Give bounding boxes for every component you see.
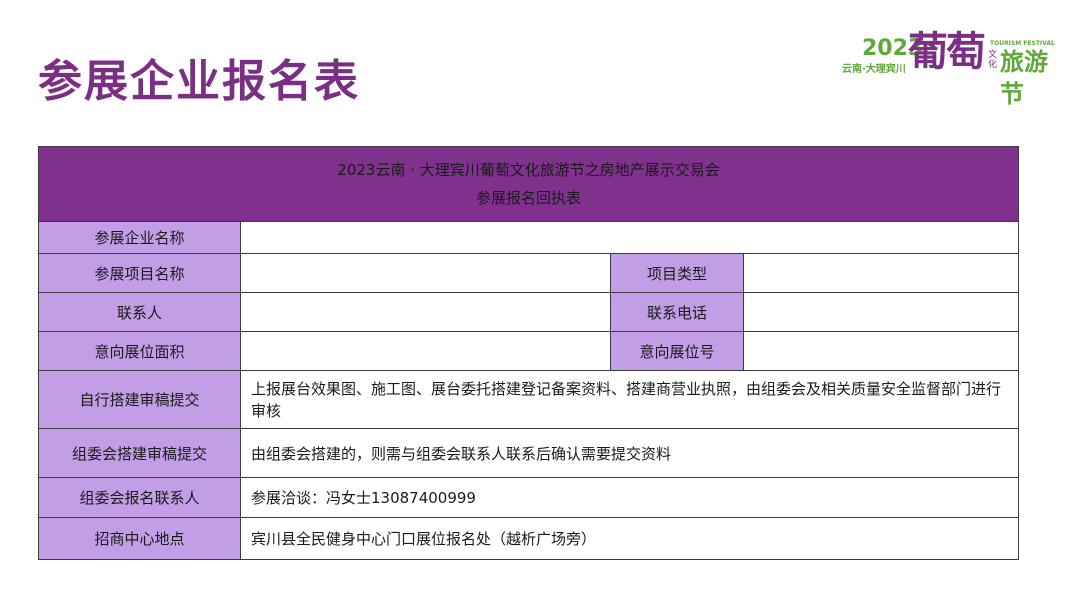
- label-self-build: 自行搭建审稿提交: [38, 370, 241, 429]
- label-contact: 联系人: [38, 292, 241, 332]
- form-header: 2023云南 · 大理宾川葡萄文化旅游节之房地产展示交易会 参展报名回执表: [37, 146, 1020, 222]
- label-committee-build: 组委会搭建审稿提交: [38, 428, 241, 478]
- table-row: 招商中心地点 宾川县全民健身中心门口展位报名处（越析广场旁）: [38, 517, 1020, 560]
- value-committee-build: 由组委会搭建的，则需与组委会联系人联系后确认需要提交资料: [239, 428, 1020, 478]
- label-company-name: 参展企业名称: [38, 221, 241, 254]
- label-contact-phone: 联系电话: [610, 292, 744, 332]
- label-project-type: 项目类型: [610, 253, 744, 293]
- form-header-line1: 2023云南 · 大理宾川葡萄文化旅游节之房地产展示交易会: [337, 161, 720, 179]
- form-header-line2: 参展报名回执表: [476, 189, 582, 207]
- value-self-build: 上报展台效果图、施工图、展台委托搭建登记备案资料、搭建商营业执照，由组委会及相关…: [239, 370, 1020, 429]
- label-project-name: 参展项目名称: [38, 253, 241, 293]
- logo-subtitle: 云南·大理宾川: [842, 64, 906, 75]
- input-booth-area[interactable]: [240, 331, 611, 371]
- logo-small-cn: 文化: [988, 50, 998, 70]
- input-contact[interactable]: [240, 292, 611, 332]
- page-title: 参展企业报名表: [38, 56, 360, 107]
- table-row: 联系人 联系电话: [38, 292, 1020, 332]
- table-row: 参展项目名称 项目类型: [38, 253, 1020, 293]
- table-row: 组委会报名联系人 参展洽谈：冯女士13087400999: [38, 477, 1020, 518]
- table-row: 组委会搭建审稿提交 由组委会搭建的，则需与组委会联系人联系后确认需要提交资料: [38, 428, 1020, 478]
- input-company-name[interactable]: [239, 221, 1020, 254]
- festival-logo: 2023 云南·大理宾川 葡 萄 TOURISM FESTIVAL 文化 旅游节: [842, 22, 1062, 108]
- registration-form: 2023云南 · 大理宾川葡萄文化旅游节之房地产展示交易会 参展报名回执表 参展…: [37, 146, 1020, 560]
- logo-tail: 旅游节: [1000, 48, 1048, 108]
- logo-glyph-2: 萄: [946, 29, 986, 75]
- table-row: 意向展位面积 意向展位号: [38, 331, 1020, 371]
- input-contact-phone[interactable]: [742, 292, 1020, 332]
- label-booth-area: 意向展位面积: [38, 331, 241, 371]
- input-project-name[interactable]: [240, 253, 611, 293]
- table-row: 参展企业名称: [38, 221, 1020, 254]
- input-booth-number[interactable]: [742, 331, 1020, 371]
- table-row: 自行搭建审稿提交 上报展台效果图、施工图、展台委托搭建登记备案资料、搭建商营业执…: [38, 370, 1020, 429]
- label-booth-number: 意向展位号: [610, 331, 744, 371]
- value-committee-contact: 参展洽谈：冯女士13087400999: [239, 477, 1020, 518]
- input-project-type[interactable]: [742, 253, 1020, 293]
- label-committee-contact: 组委会报名联系人: [38, 477, 241, 518]
- label-investment-center: 招商中心地点: [38, 517, 241, 560]
- value-investment-center: 宾川县全民健身中心门口展位报名处（越析广场旁）: [239, 517, 1020, 560]
- logo-glyph-1: 葡: [908, 29, 948, 75]
